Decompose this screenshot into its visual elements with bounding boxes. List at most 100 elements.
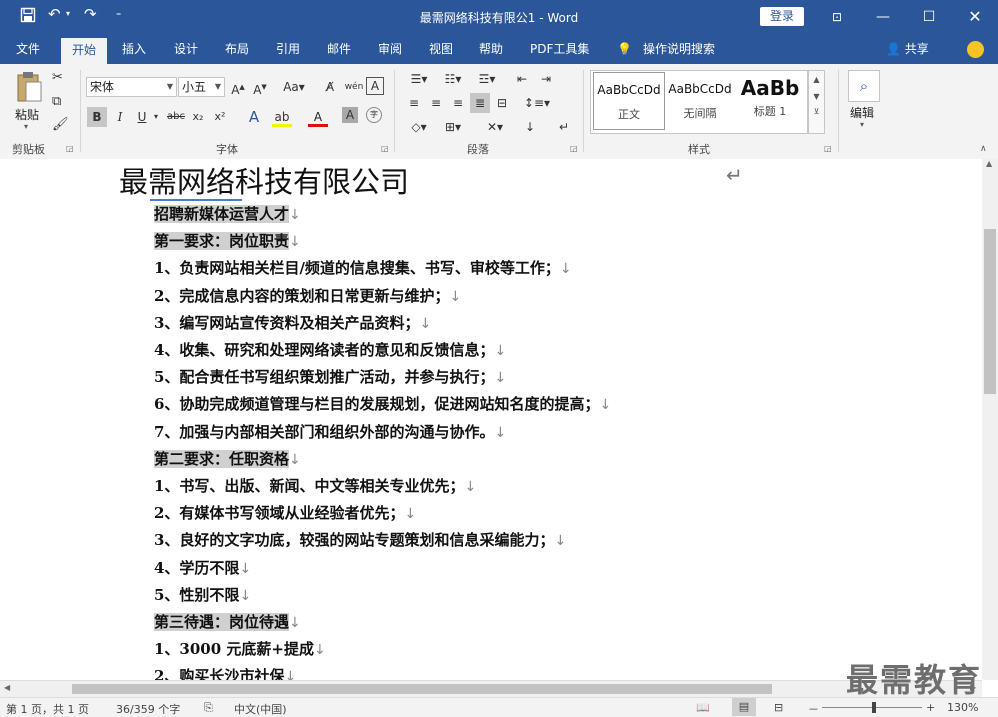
tab-design[interactable]: 设计 [174, 34, 198, 64]
document-heading[interactable]: 最需网络科技有限公司 [119, 159, 409, 201]
read-mode-icon[interactable]: 📖 [696, 701, 710, 714]
document-paragraph[interactable]: 2、完成信息内容的策划和日常更新与维护；↓ [154, 283, 461, 309]
document-paragraph[interactable]: 6、协助完成频道管理与栏目的发展规划，促进网站知名度的提高；↓ [154, 391, 611, 417]
change-case-icon[interactable]: Aa▾ [280, 77, 308, 97]
tab-references[interactable]: 引用 [276, 34, 300, 64]
align-center-icon[interactable]: ≡ [426, 93, 446, 113]
share-button[interactable]: 👤 共享 [886, 34, 929, 64]
word-count[interactable]: 36/359 个字 [116, 701, 180, 717]
tab-home[interactable]: 开始 [61, 38, 108, 64]
enclose-characters-icon[interactable]: 字 [366, 107, 382, 123]
font-name-combo[interactable]: 宋体 ▼ [86, 77, 177, 97]
zoom-in-button[interactable]: + [926, 701, 935, 714]
find-icon[interactable]: ⌕ [848, 70, 880, 102]
editing-label[interactable]: 编辑 [850, 104, 874, 121]
format-painter-icon[interactable]: 🖌 [52, 117, 69, 132]
document-paragraph[interactable]: 3、编写网站宣传资料及相关产品资料；↓ [154, 310, 431, 336]
language-indicator[interactable]: 中文(中国) [234, 701, 287, 717]
superscript-button[interactable]: x² [210, 107, 230, 127]
shrink-font-icon[interactable]: A▼ [250, 77, 270, 97]
document-paragraph[interactable]: 第二要求：任职资格↓ [154, 446, 301, 472]
horizontal-scroll-thumb[interactable] [72, 684, 772, 694]
page-count[interactable]: 第 1 页，共 1 页 [6, 701, 89, 717]
paste-dropdown-icon[interactable]: ▾ [24, 122, 28, 131]
proofing-icon[interactable]: ⎘ [204, 701, 213, 715]
tab-review[interactable]: 审阅 [378, 34, 402, 64]
document-paragraph[interactable]: 2、有媒体书写领域从业经验者优先；↓ [154, 500, 416, 526]
style-no-spacing[interactable]: AaBbCcDd 无间隔 [665, 72, 735, 128]
tab-help[interactable]: 帮助 [479, 34, 503, 64]
text-effects-icon[interactable]: A [244, 107, 264, 127]
justify-icon[interactable]: ≣ [470, 93, 490, 113]
chinese-layout-icon[interactable]: ✕▾ [480, 117, 510, 137]
document-paragraph[interactable]: 5、配合责任书写组织策划推广活动，并参与执行；↓ [154, 364, 506, 390]
line-spacing-icon[interactable]: ↕≡▾ [522, 93, 552, 113]
print-layout-icon[interactable]: ▤ [732, 698, 756, 716]
style-heading-1[interactable]: AaBb 标题 1 [737, 72, 803, 128]
editing-dropdown-icon[interactable]: ▾ [860, 120, 864, 129]
italic-button[interactable]: I [110, 107, 130, 127]
document-paragraph[interactable]: 4、学历不限↓ [154, 555, 251, 581]
font-launcher-icon[interactable]: ◲ [381, 144, 389, 153]
horizontal-scrollbar[interactable]: ◀ ▶ [0, 680, 982, 697]
document-paragraph[interactable]: 1、书写、出版、新闻、中文等相关专业优先；↓ [154, 473, 476, 499]
document-paragraph[interactable]: 4、收集、研究和处理网络读者的意见和反馈信息；↓ [154, 337, 506, 363]
paragraph-launcher-icon[interactable]: ◲ [570, 144, 578, 153]
clear-formatting-icon[interactable]: A̸ [320, 77, 340, 97]
document-paragraph[interactable]: 5、性别不限↓ [154, 582, 251, 608]
tab-view[interactable]: 视图 [429, 34, 453, 64]
document-paragraph[interactable]: 1、负责网站相关栏目/频道的信息搜集、书写、审校等工作；↓ [154, 255, 572, 281]
feedback-smiley-icon[interactable] [967, 41, 984, 58]
distributed-icon[interactable]: ⊟ [492, 93, 512, 113]
underline-dropdown-icon[interactable]: ▾ [146, 107, 166, 127]
collapse-ribbon-icon[interactable]: ∧ [980, 144, 987, 154]
scroll-left-icon[interactable]: ◀ [4, 683, 10, 692]
vertical-scrollbar[interactable]: ▲ [982, 159, 998, 680]
bold-button[interactable]: B [87, 107, 107, 127]
chevron-up-icon[interactable]: ▲ [809, 75, 824, 84]
paste-label[interactable]: 粘贴 [15, 106, 39, 123]
document-paragraph[interactable]: 3、良好的文字功底，较强的网站专题策划和信息采编能力；↓ [154, 527, 566, 553]
document-paragraph[interactable]: 1、3000 元底薪+提成↓ [154, 636, 326, 662]
character-shading-icon[interactable]: A [342, 107, 358, 123]
document-paragraph[interactable]: 招聘新媒体运营人才↓ [154, 201, 301, 227]
increase-indent-icon[interactable]: ⇥ [536, 69, 556, 89]
character-border-icon[interactable]: A [366, 77, 384, 95]
vertical-scroll-thumb[interactable] [984, 229, 996, 394]
web-layout-icon[interactable]: ⊟ [774, 701, 783, 714]
sort-icon[interactable]: ↓ [520, 117, 540, 137]
document-paragraph[interactable]: 7、加强与内部相关部门和组织外部的沟通与协作。↓ [154, 419, 506, 445]
shading-icon[interactable]: ◇▾ [404, 117, 434, 137]
tell-me-search[interactable]: 操作说明搜索 [643, 34, 715, 64]
align-left-icon[interactable]: ≡ [404, 93, 424, 113]
align-right-icon[interactable]: ≡ [448, 93, 468, 113]
maximize-icon[interactable]: ☐ [906, 4, 952, 30]
grow-font-icon[interactable]: A▲ [228, 77, 248, 97]
styles-launcher-icon[interactable]: ◲ [824, 144, 832, 153]
font-color-icon[interactable]: A [308, 107, 328, 127]
font-size-combo[interactable]: 小五 ▼ [178, 77, 225, 97]
subscript-button[interactable]: x₂ [188, 107, 208, 127]
document-canvas[interactable]: 最需网络科技有限公司 ↵ 招聘新媒体运营人才↓ 第一要求：岗位职责↓ 1、负责网站相… [0, 159, 982, 680]
more-styles-icon[interactable]: ⊻ [809, 107, 824, 116]
document-paragraph[interactable]: 2、购买长沙市社保↓ [154, 663, 296, 680]
login-button[interactable]: 登录 [760, 7, 804, 26]
tab-file[interactable]: 文件 [16, 34, 40, 64]
borders-icon[interactable]: ⊞▾ [438, 117, 468, 137]
zoom-out-button[interactable]: － [808, 701, 819, 717]
phonetic-guide-icon[interactable]: wén [344, 77, 364, 97]
show-marks-icon[interactable]: ↵ [554, 117, 574, 137]
cut-icon[interactable]: ✂ [52, 70, 63, 85]
document-paragraph[interactable]: 第三待遇：岗位待遇↓ [154, 609, 301, 635]
zoom-slider-thumb[interactable] [872, 702, 876, 713]
copy-icon[interactable]: ⧉ [52, 94, 61, 109]
paste-icon[interactable] [14, 70, 44, 104]
tab-layout[interactable]: 布局 [225, 34, 249, 64]
scroll-up-icon[interactable]: ▲ [986, 159, 992, 168]
styles-scroll-control[interactable]: ▲ ▼ ⊻ [808, 70, 825, 134]
style-normal[interactable]: AaBbCcDd 正文 [593, 72, 665, 130]
document-paragraph[interactable]: 第一要求：岗位职责↓ [154, 228, 301, 254]
strikethrough-button[interactable]: abc [166, 107, 186, 127]
chevron-down-icon[interactable]: ▼ [809, 92, 824, 101]
tab-pdf-tools[interactable]: PDF工具集 [530, 34, 589, 64]
